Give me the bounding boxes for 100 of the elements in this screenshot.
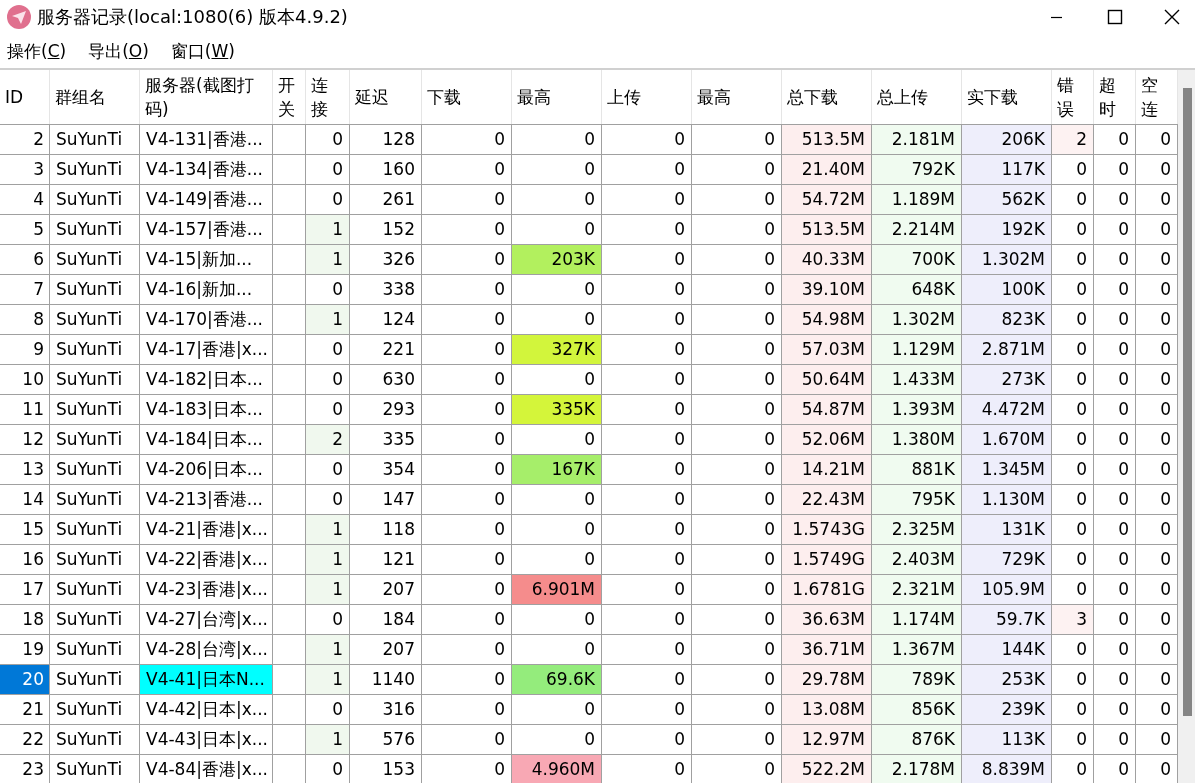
table-cell: 1.189M [872, 185, 962, 215]
table-cell: 795K [872, 485, 962, 515]
table-cell: V4-28|台湾|x... [140, 635, 273, 665]
row-id-cell[interactable]: 20 [0, 665, 50, 695]
table-cell: 54.72M [782, 185, 872, 215]
scrollbar-thumb[interactable] [1183, 88, 1192, 716]
table-cell: 147 [350, 485, 422, 515]
menu-item[interactable]: 导出(O) [88, 39, 149, 63]
table-cell: 0 [1136, 545, 1178, 575]
table-cell: 1.302M [872, 305, 962, 335]
column-header[interactable]: 开关 [273, 70, 306, 124]
table-cell: 0 [422, 695, 512, 725]
menu-item[interactable]: 窗口(W) [170, 39, 235, 63]
table-cell: 0 [1136, 215, 1178, 245]
table-cell: 1.6781G [782, 575, 872, 605]
table-cell: V4-184|日本... [140, 425, 273, 455]
table-cell: 0 [692, 245, 782, 275]
row-id-cell[interactable]: 9 [0, 335, 50, 365]
table-cell: 3 [1052, 605, 1094, 635]
table-cell: 0 [692, 575, 782, 605]
row-id-cell[interactable]: 5 [0, 215, 50, 245]
table-cell: 562K [962, 185, 1052, 215]
table-cell: 0 [306, 155, 350, 185]
row-id-cell[interactable]: 16 [0, 545, 50, 575]
table-cell: 0 [602, 245, 692, 275]
table-cell [273, 305, 306, 335]
column-header[interactable]: 最高 [512, 70, 602, 124]
row-id-cell[interactable]: 11 [0, 395, 50, 425]
row-id-cell[interactable]: 4 [0, 185, 50, 215]
table-cell: 0 [692, 515, 782, 545]
table-cell: 2.321M [872, 575, 962, 605]
column-header[interactable]: 群组名 [50, 70, 140, 124]
row-id-cell[interactable]: 18 [0, 605, 50, 635]
table-cell: V4-43|日本|x... [140, 725, 273, 755]
column-header[interactable]: 连接 [306, 70, 350, 124]
table-cell: V4-134|香港... [140, 155, 273, 185]
table-cell: 0 [1052, 665, 1094, 695]
table-cell: 0 [422, 275, 512, 305]
table-cell: V4-27|台湾|x... [140, 605, 273, 635]
row-id-cell[interactable]: 13 [0, 455, 50, 485]
column-header[interactable]: 超时 [1094, 70, 1136, 124]
table-cell: V4-213|香港... [140, 485, 273, 515]
table-cell: 0 [692, 215, 782, 245]
row-id-cell[interactable]: 19 [0, 635, 50, 665]
row-id-cell[interactable]: 10 [0, 365, 50, 395]
row-id-cell[interactable]: 6 [0, 245, 50, 275]
table-cell: 57.03M [782, 335, 872, 365]
table-cell: 0 [1094, 425, 1136, 455]
table-cell: V4-131|香港... [140, 125, 273, 155]
table-cell: 354 [350, 455, 422, 485]
table-cell: 0 [306, 455, 350, 485]
table-cell: 0 [1136, 665, 1178, 695]
table-cell: 1.345M [962, 455, 1052, 485]
table-cell: 144K [962, 635, 1052, 665]
row-id-cell[interactable]: 22 [0, 725, 50, 755]
table-cell [273, 455, 306, 485]
table-cell: 0 [602, 695, 692, 725]
column-header[interactable]: 延迟 [350, 70, 422, 124]
table-cell: 2.871M [962, 335, 1052, 365]
scrollbar[interactable] [1178, 70, 1195, 783]
column-header[interactable]: 最高 [692, 70, 782, 124]
row-id-cell[interactable]: 15 [0, 515, 50, 545]
table-cell: 0 [1052, 485, 1094, 515]
table-cell: 0 [692, 395, 782, 425]
table-cell: 0 [602, 605, 692, 635]
column-header[interactable]: ID [0, 70, 50, 124]
table-cell: 184 [350, 605, 422, 635]
table-cell: 0 [602, 575, 692, 605]
table-cell: 0 [1136, 485, 1178, 515]
column-header[interactable]: 错误 [1052, 70, 1094, 124]
row-id-cell[interactable]: 8 [0, 305, 50, 335]
table-cell: 513.5M [782, 215, 872, 245]
column-header[interactable]: 总下载 [782, 70, 872, 124]
row-id-cell[interactable]: 12 [0, 425, 50, 455]
row-id-cell[interactable]: 7 [0, 275, 50, 305]
row-id-cell[interactable]: 17 [0, 575, 50, 605]
column-header[interactable]: 上传 [602, 70, 692, 124]
table-cell: 0 [1136, 335, 1178, 365]
row-id-cell[interactable]: 3 [0, 155, 50, 185]
row-id-cell[interactable]: 21 [0, 695, 50, 725]
table-cell: 4.960M [512, 755, 602, 783]
row-id-cell[interactable]: 14 [0, 485, 50, 515]
table-cell: 192K [962, 215, 1052, 245]
table-cell: 0 [1094, 455, 1136, 485]
table-cell: 0 [512, 545, 602, 575]
menu-item[interactable]: 操作(C) [7, 39, 67, 63]
column-header[interactable]: 实下载 [962, 70, 1052, 124]
column-header[interactable]: 下载 [422, 70, 512, 124]
column-header[interactable]: 总上传 [872, 70, 962, 124]
column-header[interactable]: 服务器(截图打码) [140, 70, 273, 124]
table-cell: SuYunTi [50, 695, 140, 725]
table-cell: 0 [512, 485, 602, 515]
table-cell: 0 [692, 545, 782, 575]
table-cell: 2.403M [872, 545, 962, 575]
row-id-cell[interactable]: 2 [0, 125, 50, 155]
table-cell: 221 [350, 335, 422, 365]
table-cell: 14.21M [782, 455, 872, 485]
table-cell: 0 [1052, 155, 1094, 185]
table-cell: 113K [962, 725, 1052, 755]
table-cell: 0 [422, 305, 512, 335]
